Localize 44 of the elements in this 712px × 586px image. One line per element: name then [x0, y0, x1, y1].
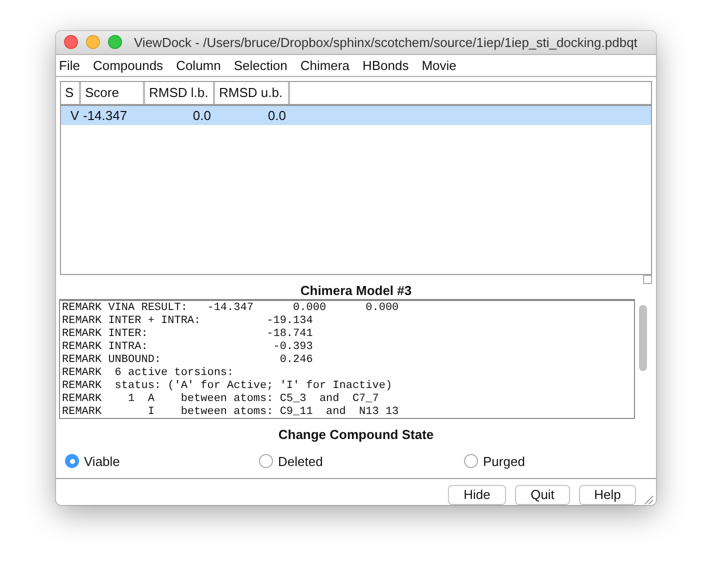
table-cell-text: 0.0 — [192, 108, 212, 123]
radio-label: Purged — [483, 454, 525, 469]
table-row[interactable]: V -14.347 0.0 0.0 — [61, 106, 651, 125]
dialog-button[interactable]: Quit — [515, 484, 570, 505]
minimize-button[interactable] — [86, 35, 100, 50]
menu-item[interactable]: Column — [176, 58, 221, 73]
section-title: Chimera Model #3 — [299, 283, 413, 300]
radio-label: Viable — [84, 454, 120, 469]
radio-option[interactable]: Deleted — [259, 451, 464, 471]
column-header[interactable]: S — [61, 82, 81, 104]
text-line: REMARK UNBOUND: 0.246 — [62, 354, 314, 367]
close-button[interactable] — [64, 35, 78, 50]
radio-icon[interactable] — [259, 454, 273, 468]
zoom-button[interactable] — [108, 35, 122, 50]
column-header[interactable]: RMSD u.b. — [215, 82, 290, 104]
text-line: REMARK VINA RESULT: -14.347 0.000 0.000 — [62, 302, 400, 316]
text-line: REMARK INTER: -18.741 — [62, 328, 314, 342]
text-line: REMARK INTER + INTRA: -19.134 — [62, 315, 314, 328]
section-title: Change Compound State — [277, 427, 435, 444]
menu-item[interactable]: File — [59, 58, 80, 73]
column-header[interactable]: RMSD l.b. — [145, 82, 215, 104]
radio-option[interactable]: Viable — [65, 451, 259, 471]
radio-icon[interactable] — [65, 454, 79, 468]
text-line: REMARK 6 active torsions: — [62, 367, 235, 380]
table-cell-text: V — [69, 108, 80, 123]
splitter-handle[interactable] — [643, 275, 652, 284]
menu-item[interactable]: Compounds — [92, 58, 164, 73]
menu-item[interactable]: Chimera — [300, 58, 350, 73]
column-header[interactable]: Score — [81, 82, 145, 104]
text-line: REMARK INTRA: -0.393 — [62, 341, 314, 354]
menu-item[interactable]: Selection — [234, 58, 288, 73]
text-line: REMARK I between atoms: C9_11 and N13 13 — [62, 406, 400, 418]
text-line: REMARK status: ('A' for Active; 'I' for Inactive) — [62, 380, 394, 393]
radio-label: Deleted — [278, 454, 323, 469]
text-line: REMARK 1 A between atoms: C5_3 and C7_7 — [62, 393, 380, 406]
dialog-button[interactable]: Help — [579, 484, 636, 505]
menu-item[interactable]: Movie — [422, 58, 456, 73]
table-cell-text: 0.0 — [266, 108, 287, 123]
window-title: ViewDock - /Users/bruce/Dropbox/sphinx/scotchem/source/1iep/1iep_sti_docking.pdbqt — [134, 34, 638, 50]
table-cell-text: -14.347 — [82, 108, 128, 123]
dialog-button[interactable]: Hide — [448, 484, 506, 505]
menu-item[interactable]: HBonds — [362, 58, 409, 73]
radio-icon[interactable] — [464, 454, 478, 468]
radio-option[interactable]: Purged — [464, 451, 646, 471]
